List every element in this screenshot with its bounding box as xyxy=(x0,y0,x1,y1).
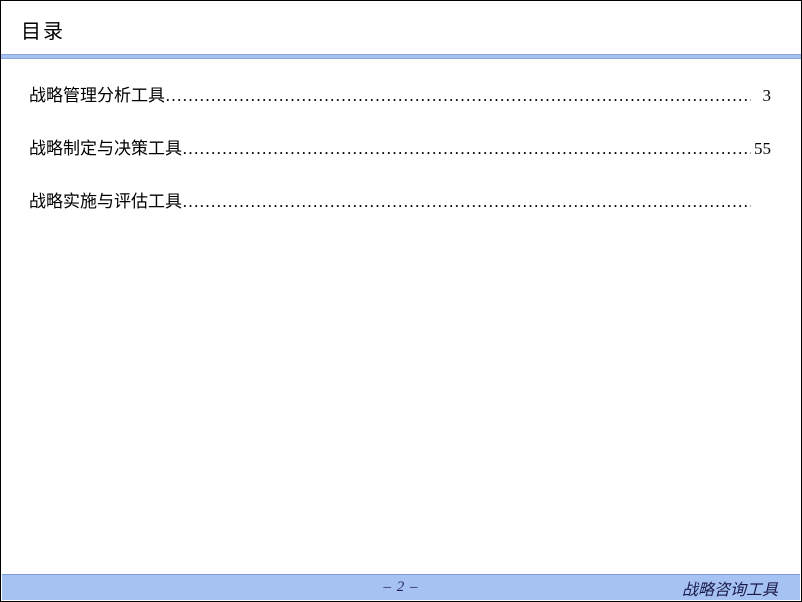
toc-label: 战略制定与决策工具 xyxy=(29,134,182,159)
header: 目录 xyxy=(1,1,801,54)
toc-entry: 战略制定与决策工具 55 xyxy=(29,134,771,159)
toc-page: 55 xyxy=(751,139,771,159)
toc-label: 战略实施与评估工具 xyxy=(29,187,182,212)
footer-bar: – 2 – 战略咨询工具 xyxy=(2,574,800,600)
table-of-contents: 战略管理分析工具 3 战略制定与决策工具 55 战略实施与评估工具 xyxy=(1,59,801,212)
toc-leader xyxy=(182,192,751,212)
footer-label: 战略咨询工具 xyxy=(682,576,800,600)
toc-label: 战略管理分析工具 xyxy=(29,81,165,106)
toc-leader xyxy=(165,86,751,106)
toc-page: 3 xyxy=(751,86,771,106)
toc-leader xyxy=(182,139,751,159)
page-number: – 2 – xyxy=(2,579,800,596)
toc-entry: 战略实施与评估工具 xyxy=(29,187,771,212)
page-title: 目录 xyxy=(21,15,781,44)
toc-entry: 战略管理分析工具 3 xyxy=(29,81,771,106)
